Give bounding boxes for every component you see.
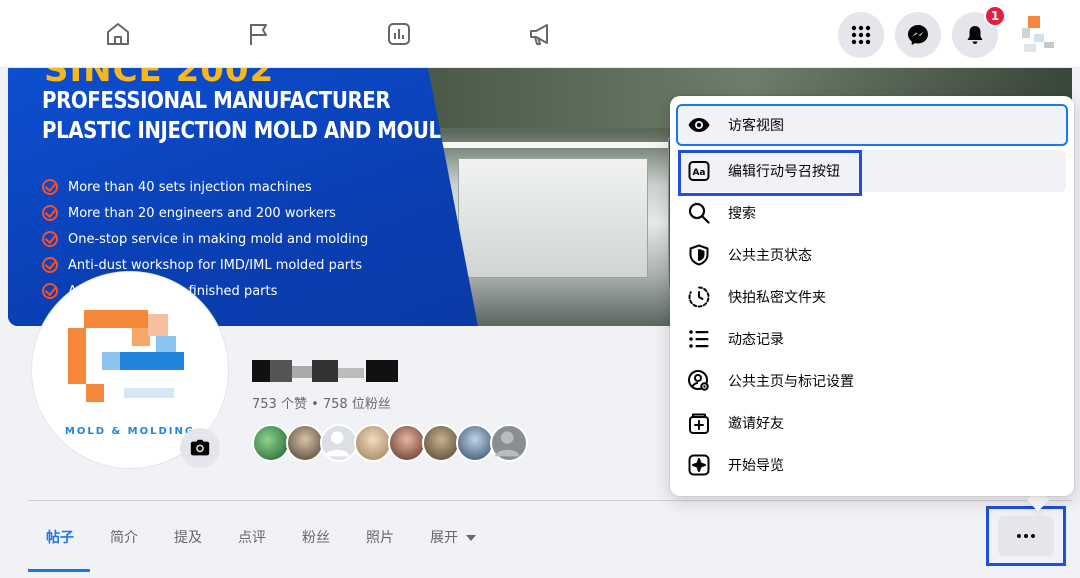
tour-icon xyxy=(686,452,712,478)
friend-avatar[interactable] xyxy=(252,424,290,462)
caret-down-icon xyxy=(466,535,476,541)
tab-more-label: 展开 xyxy=(430,530,458,546)
messenger-button[interactable] xyxy=(895,12,941,58)
friend-avatar[interactable] xyxy=(490,424,528,462)
user-gear-icon xyxy=(686,368,712,394)
camera-icon xyxy=(190,439,210,456)
list-icon xyxy=(686,326,712,352)
grid-icon xyxy=(851,25,871,45)
messenger-icon xyxy=(908,25,928,45)
notifications-button[interactable]: 1 xyxy=(952,5,1006,58)
tab-more-dropdown[interactable]: 展开 xyxy=(430,527,476,547)
invite-icon xyxy=(686,410,712,436)
menu-item-page-tag-settings[interactable]: 公共主页与标记设置 xyxy=(678,360,1066,402)
tab-photos[interactable]: 照片 xyxy=(366,527,394,547)
friend-avatar[interactable] xyxy=(456,424,494,462)
highlight-box-edit-cta xyxy=(678,150,862,196)
menu-item-activity-log[interactable]: 动态记录 xyxy=(678,318,1066,360)
cover-headline-partial: SINCE 2002 xyxy=(44,68,275,90)
menu-item-label: 开始导览 xyxy=(728,458,784,474)
highlight-box-more-button xyxy=(986,506,1066,566)
check-circle-icon xyxy=(42,257,58,273)
check-circle-icon xyxy=(42,179,58,195)
change-profile-photo-button[interactable] xyxy=(180,428,220,468)
cover-bullet: More than 40 sets injection machines xyxy=(42,174,368,200)
search-icon xyxy=(686,200,712,226)
home-icon[interactable] xyxy=(100,16,136,52)
top-navigation: 1 xyxy=(0,0,1080,68)
menu-item-story-archive[interactable]: 快拍私密文件夹 xyxy=(678,276,1066,318)
account-avatar[interactable] xyxy=(1014,14,1058,58)
friend-avatar[interactable] xyxy=(286,424,324,462)
insights-chart-icon[interactable] xyxy=(381,16,417,52)
menu-item-start-tour[interactable]: 开始导览 xyxy=(678,444,1066,486)
friends-avatars xyxy=(252,424,532,462)
menu-item-label: 快拍私密文件夹 xyxy=(728,290,826,306)
friend-avatar[interactable] xyxy=(422,424,460,462)
cover-bullet: One-stop service in making mold and mold… xyxy=(42,226,368,252)
menu-item-label: 邀请好友 xyxy=(728,416,784,432)
menu-item-visitor-view[interactable]: 访客视图 xyxy=(676,104,1068,146)
default-user-icon xyxy=(324,431,350,457)
story-clock-icon xyxy=(686,284,712,310)
tab-about[interactable]: 简介 xyxy=(110,527,138,547)
default-user-icon xyxy=(494,431,520,457)
check-circle-icon xyxy=(42,205,58,221)
check-circle-icon xyxy=(42,231,58,247)
menu-item-label: 公共主页状态 xyxy=(728,248,812,264)
menu-item-search[interactable]: 搜索 xyxy=(678,192,1066,234)
page-stats: 753 个赞 • 758 位粉丝 xyxy=(252,397,391,412)
tab-followers[interactable]: 粉丝 xyxy=(302,527,330,547)
active-tab-underline xyxy=(28,569,90,572)
menu-item-label: 访客视图 xyxy=(728,118,784,134)
megaphone-icon[interactable] xyxy=(522,16,558,52)
friend-avatar[interactable] xyxy=(388,424,426,462)
tab-mentions[interactable]: 提及 xyxy=(174,527,202,547)
menu-item-invite-friends[interactable]: 邀请好友 xyxy=(678,402,1066,444)
profile-tabs: 帖子 简介 提及 点评 粉丝 照片 展开 xyxy=(28,501,1072,573)
shield-icon xyxy=(686,242,712,268)
cover-bullet: More than 20 engineers and 200 workers xyxy=(42,200,368,226)
menu-grid-button[interactable] xyxy=(838,12,884,58)
menu-item-page-status[interactable]: 公共主页状态 xyxy=(678,234,1066,276)
notification-badge: 1 xyxy=(984,5,1006,27)
check-circle-icon xyxy=(42,283,58,299)
friend-avatar[interactable] xyxy=(354,424,392,462)
menu-item-label: 动态记录 xyxy=(728,332,784,348)
flag-icon[interactable] xyxy=(240,16,276,52)
page-name-redacted xyxy=(252,360,398,382)
cover-title-line1: PROFESSIONAL MANUFACTURER xyxy=(42,88,391,114)
bell-icon xyxy=(967,26,983,44)
menu-item-label: 公共主页与标记设置 xyxy=(728,374,854,390)
tab-reviews[interactable]: 点评 xyxy=(238,527,266,547)
friend-avatar[interactable] xyxy=(320,424,358,462)
tab-posts[interactable]: 帖子 xyxy=(46,527,74,547)
eye-icon xyxy=(686,112,712,138)
menu-item-label: 搜索 xyxy=(728,206,756,222)
cover-title-line2: PLASTIC INJECTION MOLD AND MOULDING xyxy=(42,118,496,144)
cover-bullet: Anti-dust workshop for IMD/IML molded pa… xyxy=(42,252,368,278)
